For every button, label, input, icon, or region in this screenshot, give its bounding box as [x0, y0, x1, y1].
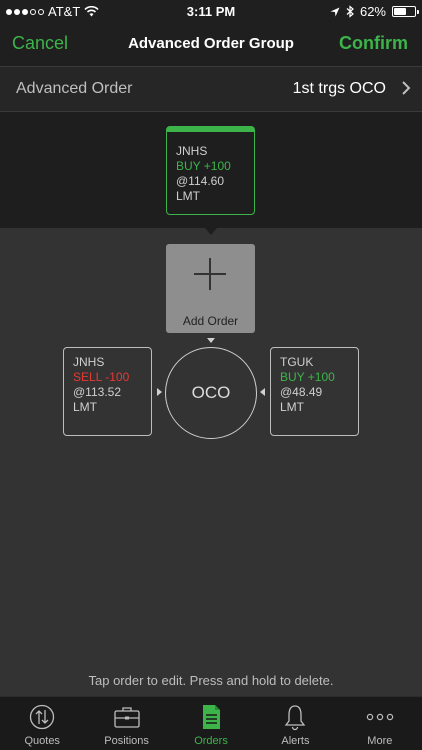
oco-node[interactable]: OCO — [165, 347, 257, 439]
quotes-icon — [30, 704, 55, 730]
arrow-left-icon — [260, 388, 265, 396]
arrow-right-icon — [157, 388, 162, 396]
order-price: @48.49 — [280, 385, 323, 399]
bell-icon — [285, 705, 306, 731]
tab-positions[interactable]: Positions — [84, 697, 168, 750]
status-bar: AT&T 3:11 PM 62% — [0, 0, 422, 22]
hint-text: Tap order to edit. Press and hold to del… — [88, 673, 334, 688]
order-price: @113.52 — [73, 385, 121, 399]
right-order-card[interactable]: TGUK BUY +100 @48.49 LMT — [270, 347, 359, 436]
battery-icon — [392, 6, 419, 17]
order-type: LMT — [280, 400, 304, 414]
order-action: BUY +100 — [280, 370, 335, 384]
arrow-down-icon — [207, 338, 215, 343]
tab-more[interactable]: More — [338, 697, 422, 750]
bluetooth-icon — [346, 5, 354, 18]
order-price: @114.60 — [176, 174, 224, 188]
add-order-button[interactable]: Add Order — [166, 244, 255, 333]
tab-label: Orders — [194, 735, 228, 747]
tab-bar: Quotes Positions Orders Alerts More — [0, 696, 422, 750]
more-dots-icon — [366, 713, 394, 721]
location-arrow-icon — [330, 7, 340, 16]
document-icon — [203, 705, 221, 729]
parent-order-card[interactable]: JNHS BUY +100 @114.60 LMT — [166, 126, 255, 215]
tab-orders[interactable]: Orders — [169, 697, 253, 750]
tab-label: Quotes — [24, 735, 60, 747]
advanced-order-value: 1st trgs OCO — [292, 80, 386, 97]
order-action: BUY +100 — [176, 159, 231, 173]
order-action: SELL -100 — [73, 370, 130, 384]
battery-percent: 62% — [359, 4, 386, 19]
left-order-card[interactable]: JNHS SELL -100 @113.52 LMT — [63, 347, 152, 436]
advanced-order-selector[interactable]: Advanced Order 1st trgs OCO — [0, 66, 422, 112]
tab-label: More — [367, 735, 393, 747]
order-type: LMT — [176, 189, 200, 203]
chevron-right-icon — [402, 81, 411, 95]
tab-alerts[interactable]: Alerts — [253, 697, 337, 750]
add-order-label: Add Order — [182, 314, 239, 328]
order-symbol: JNHS — [176, 144, 208, 158]
battery-level — [394, 8, 407, 15]
status-bar-right: 62% — [330, 4, 419, 19]
order-type: LMT — [73, 400, 97, 414]
section-pointer-icon — [205, 228, 217, 235]
tab-label: Alerts — [281, 735, 310, 747]
order-symbol: JNHS — [73, 355, 105, 369]
order-symbol: TGUK — [280, 355, 314, 369]
briefcase-icon — [113, 707, 140, 728]
plus-icon — [194, 258, 226, 290]
tab-quotes[interactable]: Quotes — [0, 697, 84, 750]
tab-label: Positions — [104, 735, 149, 747]
confirm-button[interactable]: Confirm — [339, 33, 408, 54]
advanced-order-label: Advanced Order — [16, 80, 133, 97]
navigation-bar: Cancel Advanced Order Group Confirm — [0, 22, 422, 66]
